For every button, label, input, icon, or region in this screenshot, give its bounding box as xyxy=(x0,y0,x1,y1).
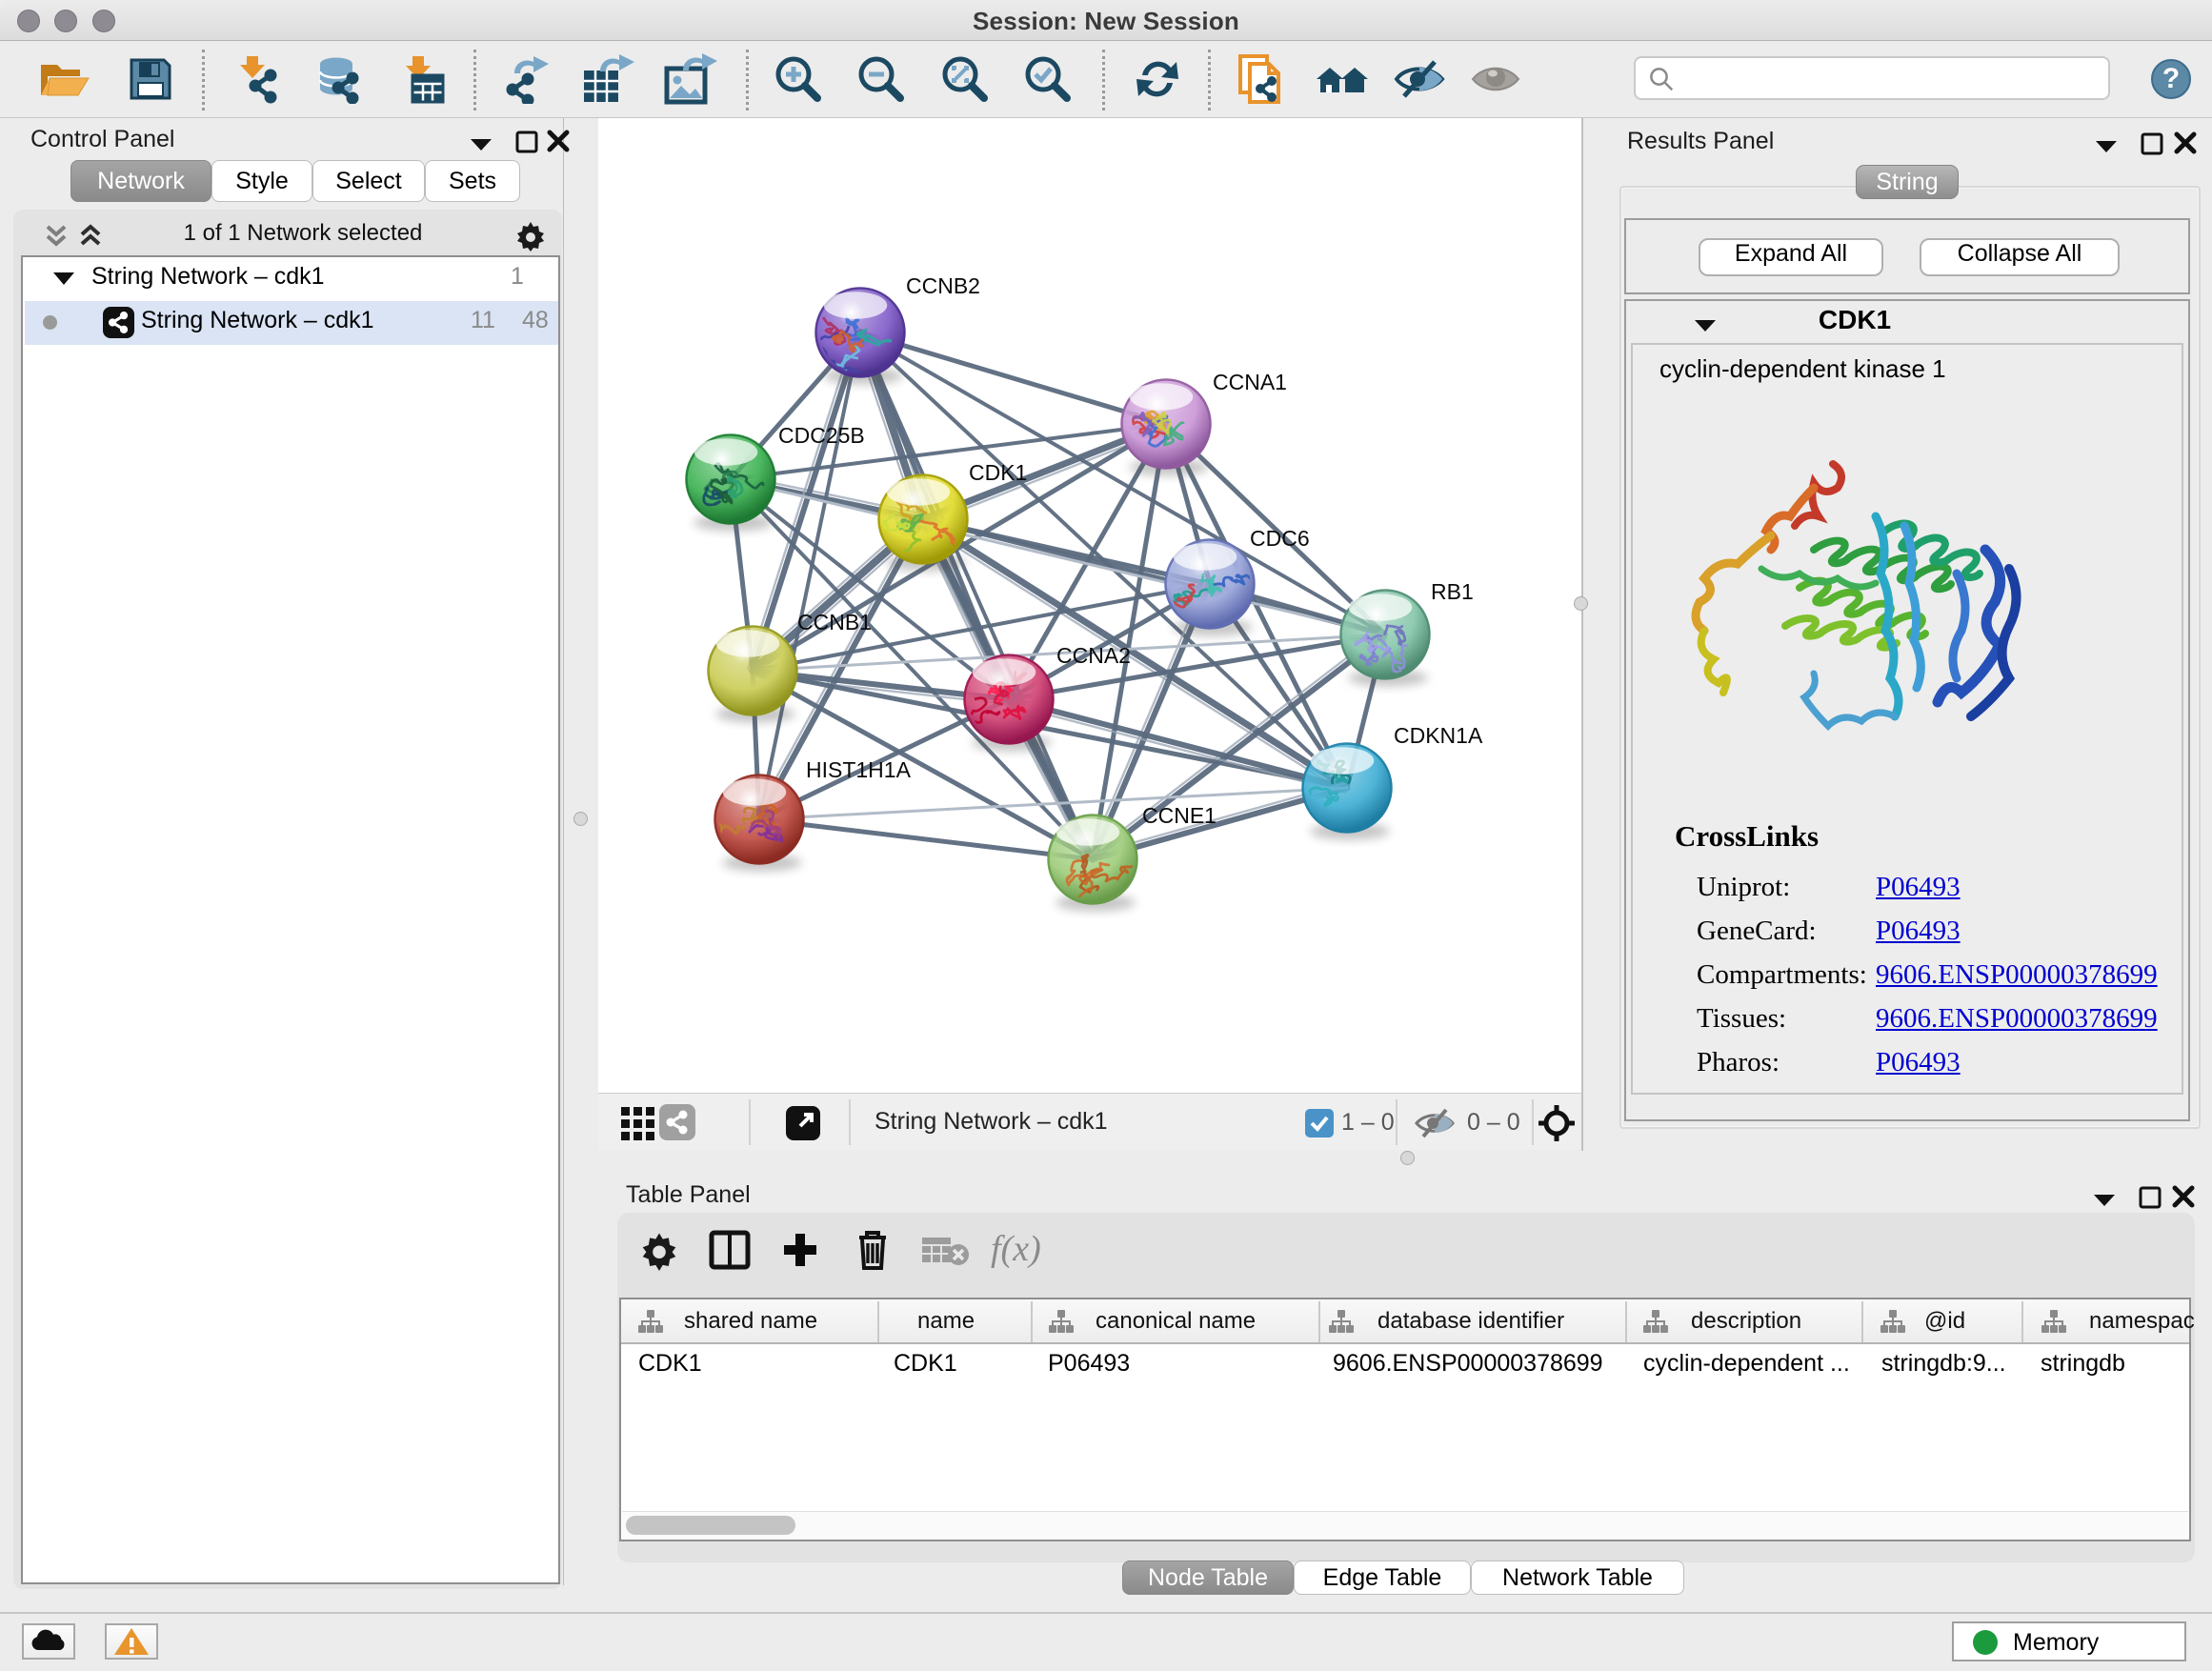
svg-text:CCNB1: CCNB1 xyxy=(797,610,872,634)
svg-text:HIST1H1A: HIST1H1A xyxy=(806,757,912,782)
svg-text:CDK1: CDK1 xyxy=(969,460,1027,485)
svg-text:CDC6: CDC6 xyxy=(1250,526,1310,551)
svg-text:CDC25B: CDC25B xyxy=(778,423,865,448)
svg-text:CCNA1: CCNA1 xyxy=(1213,370,1287,394)
svg-text:CCNB2: CCNB2 xyxy=(906,273,980,298)
svg-text:?: ? xyxy=(2162,63,2180,94)
svg-text:RB1: RB1 xyxy=(1431,579,1474,604)
svg-text:CCNE1: CCNE1 xyxy=(1142,803,1217,828)
svg-text:CCNA2: CCNA2 xyxy=(1056,643,1131,668)
svg-text:CDKN1A: CDKN1A xyxy=(1394,723,1483,748)
